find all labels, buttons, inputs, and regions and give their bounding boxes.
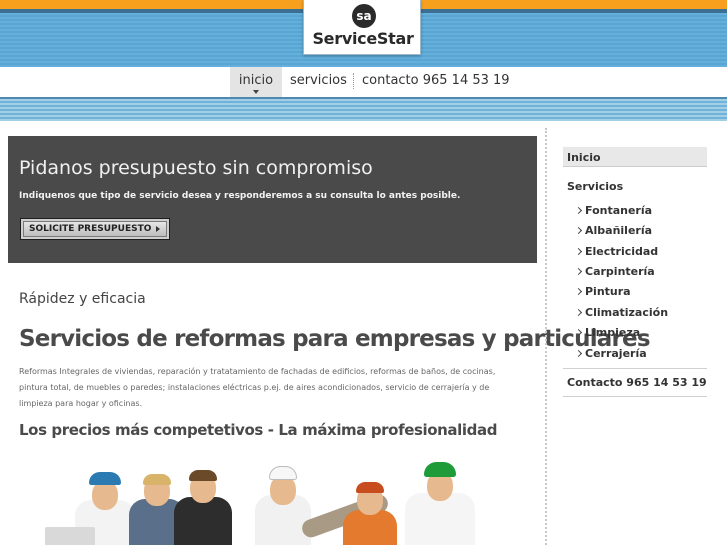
laptop-figure [45, 515, 95, 545]
site-logo[interactable]: sa ServiceStar [303, 0, 421, 55]
sidebar-item-carpinteria[interactable]: Carpintería [574, 265, 655, 278]
page-subtitle: Rápidez y eficacia [19, 291, 146, 307]
nav-separator [353, 73, 354, 89]
column-divider [545, 128, 547, 545]
sidebar-sub-label: Cerrajería [585, 347, 647, 360]
sidebar-divider [563, 396, 707, 397]
sidebar-item-servicios[interactable]: Servicios [567, 180, 623, 193]
sidebar-item-cerrajeria[interactable]: Cerrajería [574, 347, 647, 360]
worker-figure [340, 475, 400, 545]
worker-figure [400, 457, 480, 545]
sidebar-sub-label: Limpieza [585, 326, 641, 339]
sidebar-item-limpieza[interactable]: Limpieza [574, 326, 641, 339]
chevron-right-icon [574, 267, 583, 276]
nav-servicios[interactable]: servicios [290, 67, 347, 97]
sidebar-item-fontaneria[interactable]: Fontanería [574, 204, 653, 217]
chevron-right-icon [574, 206, 583, 215]
sidebar-item-contacto[interactable]: Contacto 965 14 53 19 [567, 376, 707, 389]
chevron-right-icon [574, 287, 583, 296]
chevron-right-icon [574, 328, 583, 337]
sidebar-item-inicio[interactable]: Inicio [567, 151, 601, 164]
nav-inicio[interactable]: inicio [230, 67, 282, 97]
banner-title: Pidanos presupuesto sin compromiso [19, 157, 373, 179]
tagline: Los precios más competetivos - La máxima… [19, 421, 498, 439]
sidebar-sub-label: Climatización [585, 306, 669, 319]
sidebar-item-albanileria[interactable]: Albañilería [574, 224, 653, 237]
chevron-right-icon [574, 308, 583, 317]
sidebar-sub-label: Albañilería [585, 224, 653, 237]
sidebar-item-pintura[interactable]: Pintura [574, 285, 631, 298]
quote-banner: Pidanos presupuesto sin compromiso Indiq… [8, 136, 537, 263]
banner-text: Indiquenos que tipo de servicio desea y … [19, 191, 461, 201]
sidebar-sub-label: Fontanería [585, 204, 653, 217]
page-heading: Servicios de reformas para empresas y pa… [19, 326, 651, 352]
sidebar-sub-label: Carpintería [585, 265, 655, 278]
main-nav: inicio servicios contacto 965 14 53 19 [0, 67, 727, 97]
chevron-right-icon [574, 247, 583, 256]
sidebar-divider [563, 368, 707, 369]
chevron-right-icon [574, 226, 583, 235]
play-arrow-icon [156, 226, 160, 232]
request-quote-button[interactable]: SOLICITE PRESUPUESTO [20, 218, 170, 240]
sidebar-sub-label: Pintura [585, 285, 631, 298]
request-quote-label: SOLICITE PRESUPUESTO [29, 224, 152, 234]
nav-contacto[interactable]: contacto 965 14 53 19 [362, 67, 510, 97]
worker-figure [170, 457, 236, 545]
sidebar-item-climatizacion[interactable]: Climatización [574, 306, 669, 319]
nav-stripes [0, 97, 727, 121]
chevron-right-icon [574, 349, 583, 358]
caret-down-icon [253, 90, 259, 94]
logo-brand: ServiceStar [312, 29, 414, 48]
sidebar-sub-label: Electricidad [585, 245, 659, 258]
services-paragraph: Reformas Integrales de viviendas, repara… [19, 367, 496, 408]
workers-photo [20, 447, 520, 545]
nav-inicio-label: inicio [238, 73, 274, 88]
sidebar-item-electricidad[interactable]: Electricidad [574, 245, 659, 258]
logo-mark: sa [352, 4, 376, 28]
